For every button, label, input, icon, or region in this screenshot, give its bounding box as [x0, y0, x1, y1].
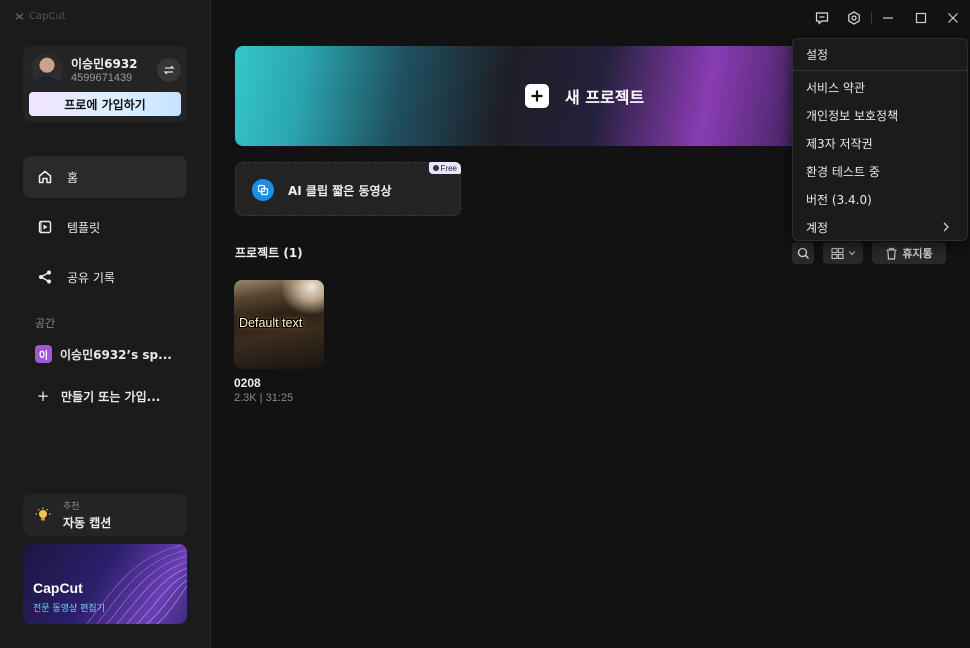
share-icon [39, 270, 51, 284]
chevron-down-icon [848, 251, 855, 256]
new-project-label: 새 프로젝트 [565, 88, 645, 107]
search-icon [797, 247, 809, 259]
project-meta: 2.3K | 31:25 [234, 392, 294, 404]
create-or-join-space-button[interactable]: + 만들기 또는 가입... [35, 387, 185, 405]
sidebar: CapCut 이승민6932 4599671439 프로에 가입하기 홈 템플릿… [0, 0, 211, 648]
menu-item-settings[interactable]: 설정 [793, 41, 967, 67]
new-project-banner[interactable]: 새 프로젝트 [235, 46, 835, 146]
trash-icon [886, 247, 897, 260]
template-icon [38, 220, 52, 234]
sidebar-item-label: 홈 [67, 170, 79, 185]
sidebar-item-templates[interactable]: 템플릿 [23, 206, 187, 248]
app-logo: CapCut [14, 11, 66, 22]
profile-card: 이승민6932 4599671439 프로에 가입하기 [23, 46, 187, 122]
project-thumbnail[interactable]: Default text [234, 280, 324, 369]
space-name: 이승민6932’s sp... [60, 347, 172, 362]
menu-item-privacy[interactable]: 개인정보 보호정책 [793, 102, 967, 128]
ai-clip-icon [252, 179, 274, 201]
chevron-right-icon [943, 222, 949, 232]
join-pro-button[interactable]: 프로에 가입하기 [29, 92, 181, 116]
search-button[interactable] [792, 242, 814, 264]
menu-item-env-test[interactable]: 환경 테스트 중 [793, 158, 967, 184]
gear-icon [848, 11, 860, 25]
avatar[interactable] [31, 54, 63, 86]
settings-menu: 설정 서비스 약관 개인정보 보호정책 제3자 저작권 환경 테스트 중 버전 … [792, 38, 968, 241]
space-badge: 이 [35, 345, 52, 363]
menu-item-version[interactable]: 버전 (3.4.0) [793, 186, 967, 212]
menu-item-account[interactable]: 계정 [793, 214, 967, 240]
menu-divider [793, 70, 967, 71]
thumbnail-image [282, 280, 324, 314]
minimize-icon [883, 17, 893, 19]
promo-subtitle: 전문 동영상 편집기 [33, 604, 105, 614]
recommend-card[interactable]: 추천 자동 캡션 [23, 494, 187, 536]
sidebar-item-label: 템플릿 [67, 220, 101, 235]
free-badge-icon [432, 165, 439, 171]
thumbnail-text: Default text [239, 316, 303, 330]
swap-icon [163, 65, 175, 75]
space-item[interactable]: 이 이승민6932’s sp... [35, 345, 185, 363]
promo-title: CapCut [33, 580, 83, 596]
maximize-icon [915, 12, 927, 24]
feedback-icon [815, 12, 829, 25]
capcut-logo-icon [15, 13, 24, 20]
user-id: 4599671439 [71, 72, 133, 84]
sidebar-item-home[interactable]: 홈 [23, 156, 187, 198]
plus-icon: + [36, 387, 50, 405]
recommend-label: 추천 [63, 502, 80, 512]
trash-label: 휴지통 [902, 247, 933, 260]
switch-account-button[interactable] [157, 58, 181, 82]
close-icon [948, 13, 958, 23]
menu-item-third-party[interactable]: 제3자 저작권 [793, 130, 967, 156]
feedback-button[interactable] [812, 8, 832, 28]
user-name: 이승민6932 [71, 57, 138, 71]
create-or-join-label: 만들기 또는 가입... [61, 389, 161, 404]
maximize-button[interactable] [911, 8, 931, 28]
menu-item-account-label: 계정 [806, 220, 829, 235]
recommend-title: 자동 캡션 [63, 516, 112, 530]
close-button[interactable] [943, 8, 963, 28]
menu-item-terms[interactable]: 서비스 약관 [793, 74, 967, 100]
project-name[interactable]: 0208 [234, 376, 261, 390]
ai-clip-label: AI 클립 짧은 동영상 [288, 184, 392, 198]
new-project-button[interactable]: 새 프로젝트 [525, 84, 644, 108]
view-mode-dropdown[interactable] [823, 242, 863, 264]
sidebar-item-label: 공유 기록 [67, 270, 115, 285]
settings-button[interactable] [844, 8, 864, 28]
ai-clip-button[interactable]: AI 클립 짧은 동영상 Free [235, 162, 461, 216]
sidebar-item-share-history[interactable]: 공유 기록 [23, 256, 187, 298]
grid-view-icon [830, 247, 844, 259]
trash-button[interactable]: 휴지통 [872, 242, 946, 264]
minimize-button[interactable] [878, 8, 898, 28]
lightbulb-icon [35, 507, 51, 521]
spaces-section-label: 공간 [35, 317, 56, 330]
projects-section-title: 프로젝트 (1) [235, 246, 303, 260]
titlebar-divider [871, 12, 872, 24]
app-logo-text: CapCut [29, 11, 66, 22]
free-badge: Free [428, 162, 461, 174]
free-badge-label: Free [440, 163, 457, 173]
plus-icon [525, 84, 549, 108]
promo-banner[interactable]: CapCut 전문 동영상 편집기 [23, 544, 187, 624]
home-icon [38, 170, 52, 184]
